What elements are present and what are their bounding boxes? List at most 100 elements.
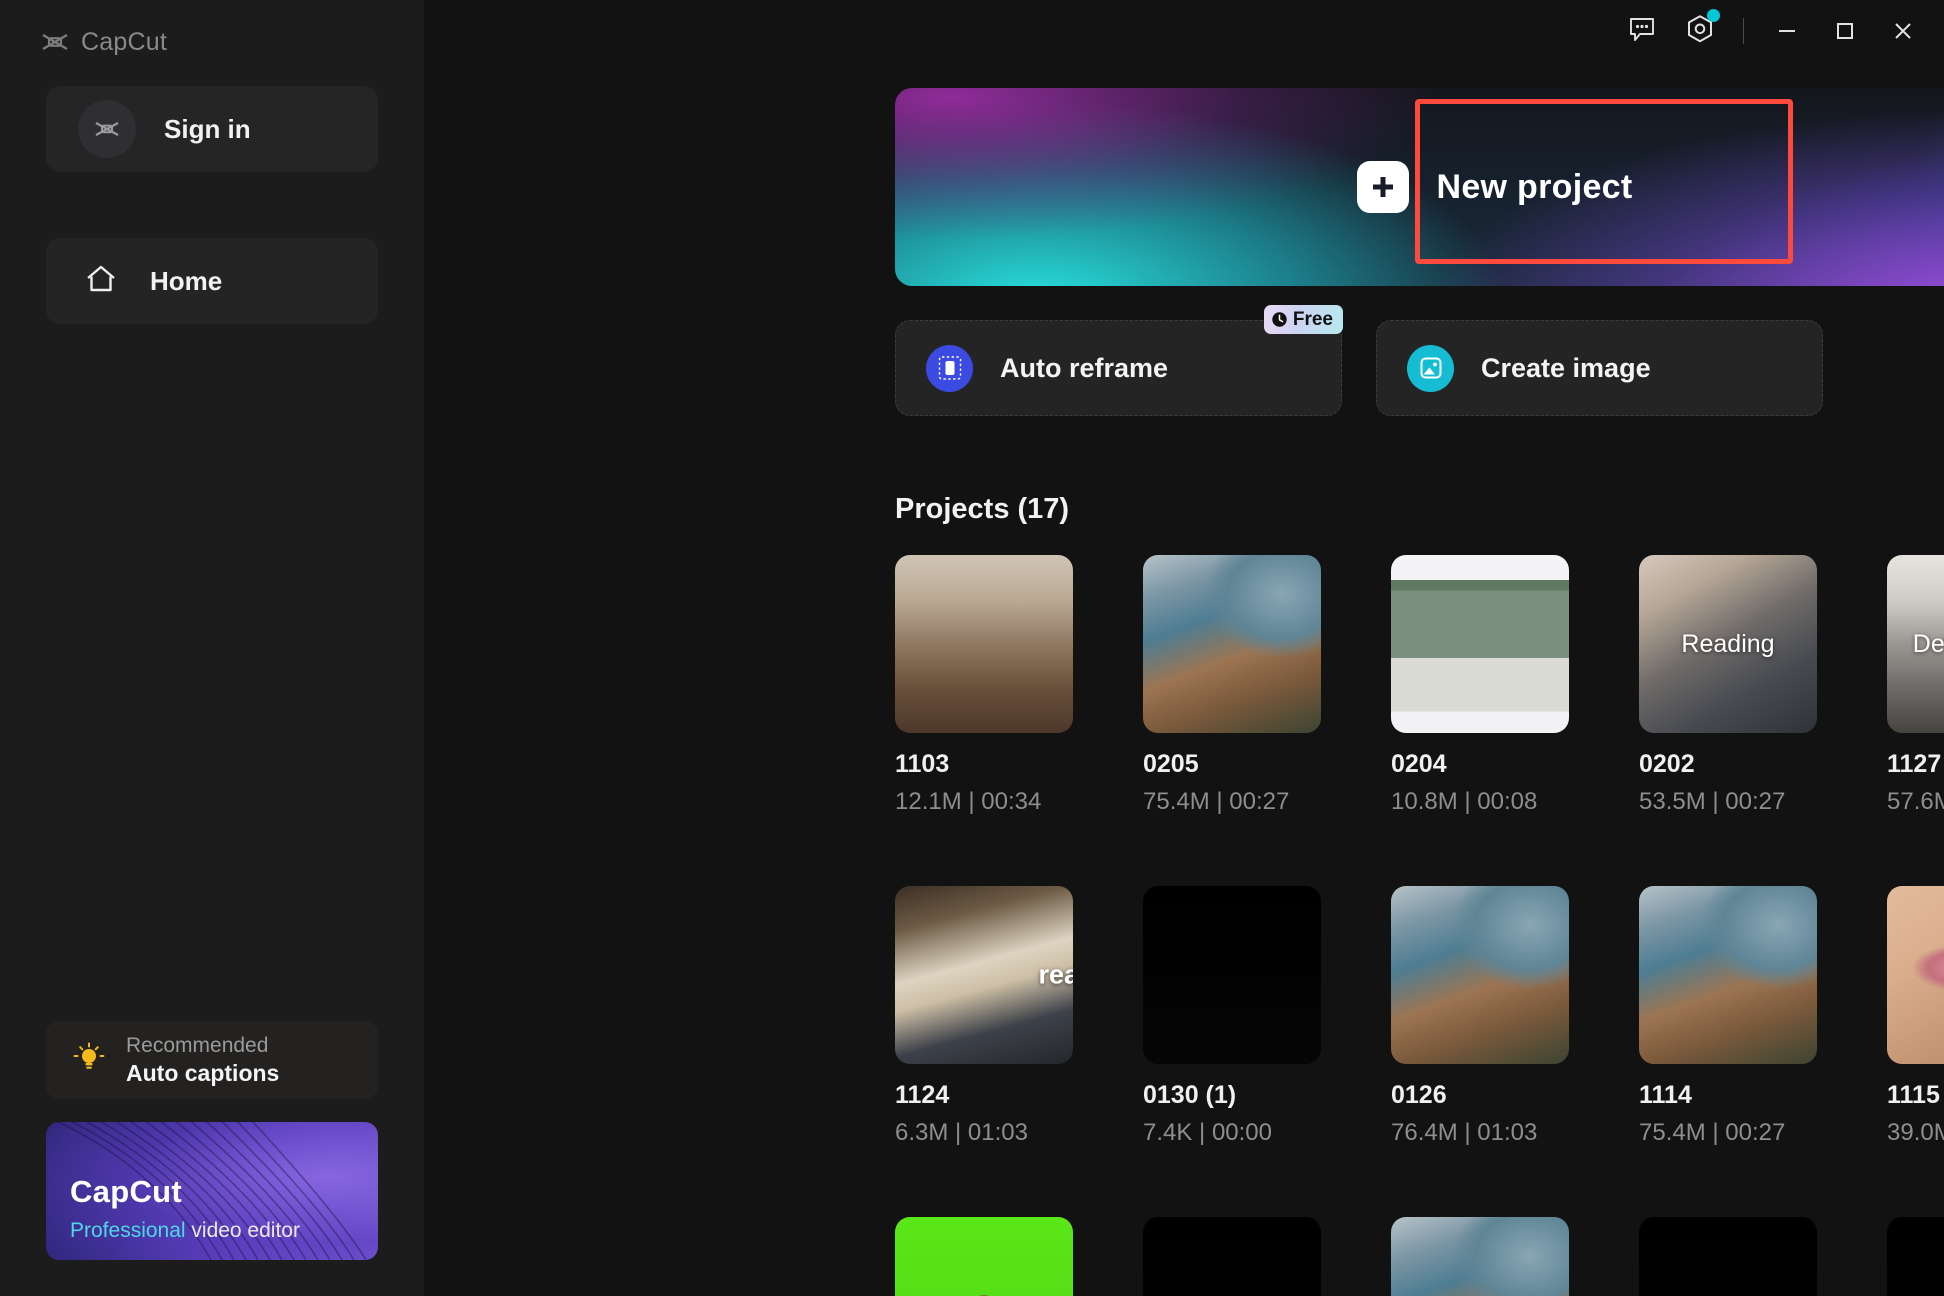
new-project-label: New project — [1436, 168, 1632, 207]
projects-header: Projects (17) — [895, 485, 1944, 533]
new-project-button[interactable]: New project — [1304, 102, 1686, 272]
project-card[interactable]: Reading 0202 53.5M | 00:27 — [1639, 555, 1817, 816]
project-name: 1103 — [895, 750, 1073, 779]
close-button[interactable] — [1874, 5, 1932, 57]
project-card[interactable] — [1391, 1217, 1569, 1296]
project-card[interactable]: Default text112757.6M | 01:00 — [1887, 555, 1944, 816]
feedback-button[interactable] — [1613, 5, 1671, 57]
project-thumbnail[interactable] — [1639, 1217, 1817, 1296]
overlay-text: rea — [1038, 960, 1073, 991]
project-card[interactable]: 0126 76.4M | 01:03 — [1391, 886, 1569, 1147]
project-thumbnail[interactable] — [1143, 1217, 1321, 1296]
project-thumbnail[interactable] — [1143, 886, 1321, 1064]
project-meta: 53.5M | 00:27 — [1639, 788, 1817, 816]
project-meta: 57.6M | 01:00 — [1887, 788, 1944, 816]
home-icon — [84, 263, 118, 300]
chat-bubble-icon — [1628, 16, 1656, 47]
recommended-auto-captions-card[interactable]: Recommended Auto captions — [46, 1021, 378, 1099]
image-icon — [1407, 345, 1454, 392]
notification-dot — [1707, 9, 1720, 22]
app-brand: CapCut — [0, 0, 424, 62]
project-meta: 6.3M | 01:03 — [895, 1119, 1073, 1147]
project-name: 1124 — [895, 1081, 1073, 1110]
recommended-texts: Recommended Auto captions — [126, 1034, 279, 1087]
create-image-label: Create image — [1481, 353, 1651, 384]
maximize-button[interactable] — [1816, 5, 1874, 57]
window-titlebar — [1613, 0, 1944, 62]
project-thumbnail[interactable] — [1143, 555, 1321, 733]
thumbnail-text-overlay: Reading — [1639, 555, 1817, 733]
home-label: Home — [150, 266, 222, 297]
main-content: New project Auto reframe — [424, 0, 1944, 1296]
projects-title: Projects (17) — [895, 493, 1069, 526]
project-name: 0205 — [1143, 750, 1321, 779]
create-image-card[interactable]: Create image — [1376, 320, 1823, 416]
sidebar-item-home[interactable]: Home — [46, 238, 378, 324]
sign-in-label: Sign in — [164, 114, 251, 145]
project-thumbnail[interactable] — [1887, 1217, 1944, 1296]
free-badge: Free — [1264, 305, 1343, 334]
project-thumbnail[interactable] — [895, 555, 1073, 733]
quick-actions-row: Auto reframe Free Crea — [895, 320, 1823, 416]
project-card[interactable]: 1115 39.0M | 00:14 — [1887, 886, 1944, 1147]
close-icon — [1889, 17, 1917, 45]
project-card[interactable] — [1639, 1217, 1817, 1296]
sidebar-bottom: Recommended Auto captions C — [0, 1021, 424, 1260]
recommended-kicker: Recommended — [126, 1034, 279, 1058]
minimize-button[interactable] — [1758, 5, 1816, 57]
sign-in-button[interactable]: Sign in — [46, 86, 378, 172]
project-thumbnail[interactable] — [1391, 886, 1569, 1064]
project-meta: 75.4M | 00:27 — [1639, 1119, 1817, 1147]
promo-subtitle-accent: Professional — [70, 1219, 186, 1242]
project-card[interactable]: 1114 75.4M | 00:27 — [1639, 886, 1817, 1147]
lightbulb-icon — [72, 1041, 106, 1080]
project-thumbnail[interactable] — [1639, 886, 1817, 1064]
project-card[interactable]: 0130 (1) 7.4K | 00:00 — [1143, 886, 1321, 1147]
project-thumbnail[interactable] — [1391, 1217, 1569, 1296]
project-thumbnail[interactable]: Default text — [1887, 555, 1944, 733]
auto-reframe-icon — [926, 345, 973, 392]
project-card[interactable]: rea 1124 6.3M | 01:03 — [895, 886, 1073, 1147]
project-name: 1114 — [1639, 1081, 1817, 1110]
project-thumbnail[interactable] — [1887, 886, 1944, 1064]
settings-button[interactable] — [1671, 5, 1729, 57]
project-name: 0130 (1) — [1143, 1081, 1321, 1110]
project-name: 0126 — [1391, 1081, 1569, 1110]
maximize-icon — [1832, 18, 1858, 44]
minimize-icon — [1774, 18, 1800, 44]
project-thumbnail[interactable] — [895, 1217, 1073, 1296]
project-name: 0202 — [1639, 750, 1817, 779]
project-meta: 7.4K | 00:00 — [1143, 1119, 1321, 1147]
titlebar-divider — [1743, 18, 1744, 44]
project-name: 0204 — [1391, 750, 1569, 779]
project-thumbnail[interactable]: rea — [895, 886, 1073, 1064]
project-card[interactable]: 0205 75.4M | 00:27 — [1143, 555, 1321, 816]
capcut-pro-promo-card[interactable]: CapCut Professional video editor — [46, 1122, 378, 1260]
recommended-title: Auto captions — [126, 1060, 279, 1087]
capcut-avatar-icon — [78, 100, 136, 158]
project-meta: 76.4M | 01:03 — [1391, 1119, 1569, 1147]
project-thumbnail[interactable] — [1391, 555, 1569, 733]
project-card[interactable] — [895, 1217, 1073, 1296]
promo-subtitle: Professional video editor — [70, 1219, 300, 1243]
project-card[interactable] — [1887, 1217, 1944, 1296]
new-project-banner: New project — [895, 88, 1944, 286]
project-name: 1115 — [1887, 1081, 1944, 1110]
auto-reframe-label: Auto reframe — [1000, 353, 1168, 384]
brand-name: CapCut — [81, 28, 167, 57]
project-meta: 39.0M | 00:14 — [1887, 1119, 1944, 1147]
project-card[interactable] — [1143, 1217, 1321, 1296]
thumbnail-text-overlay: Default text — [1887, 555, 1944, 733]
promo-title: CapCut — [70, 1174, 182, 1210]
project-meta: 75.4M | 00:27 — [1143, 788, 1321, 816]
auto-reframe-card[interactable]: Auto reframe Free — [895, 320, 1342, 416]
project-card[interactable]: 110312.1M | 00:34 — [895, 555, 1073, 816]
project-card[interactable]: 020410.8M | 00:08 — [1391, 555, 1569, 816]
free-badge-label: Free — [1293, 309, 1333, 331]
project-thumbnail[interactable]: Reading — [1639, 555, 1817, 733]
thumbnail-text-overlay: rea — [895, 886, 1073, 1064]
sidebar: CapCut Sign in Home — [0, 0, 424, 1296]
capcut-app-window: CapCut Sign in Home — [0, 0, 1944, 1296]
plus-icon — [1357, 161, 1409, 213]
overlay-text: Default text — [1913, 630, 1944, 659]
